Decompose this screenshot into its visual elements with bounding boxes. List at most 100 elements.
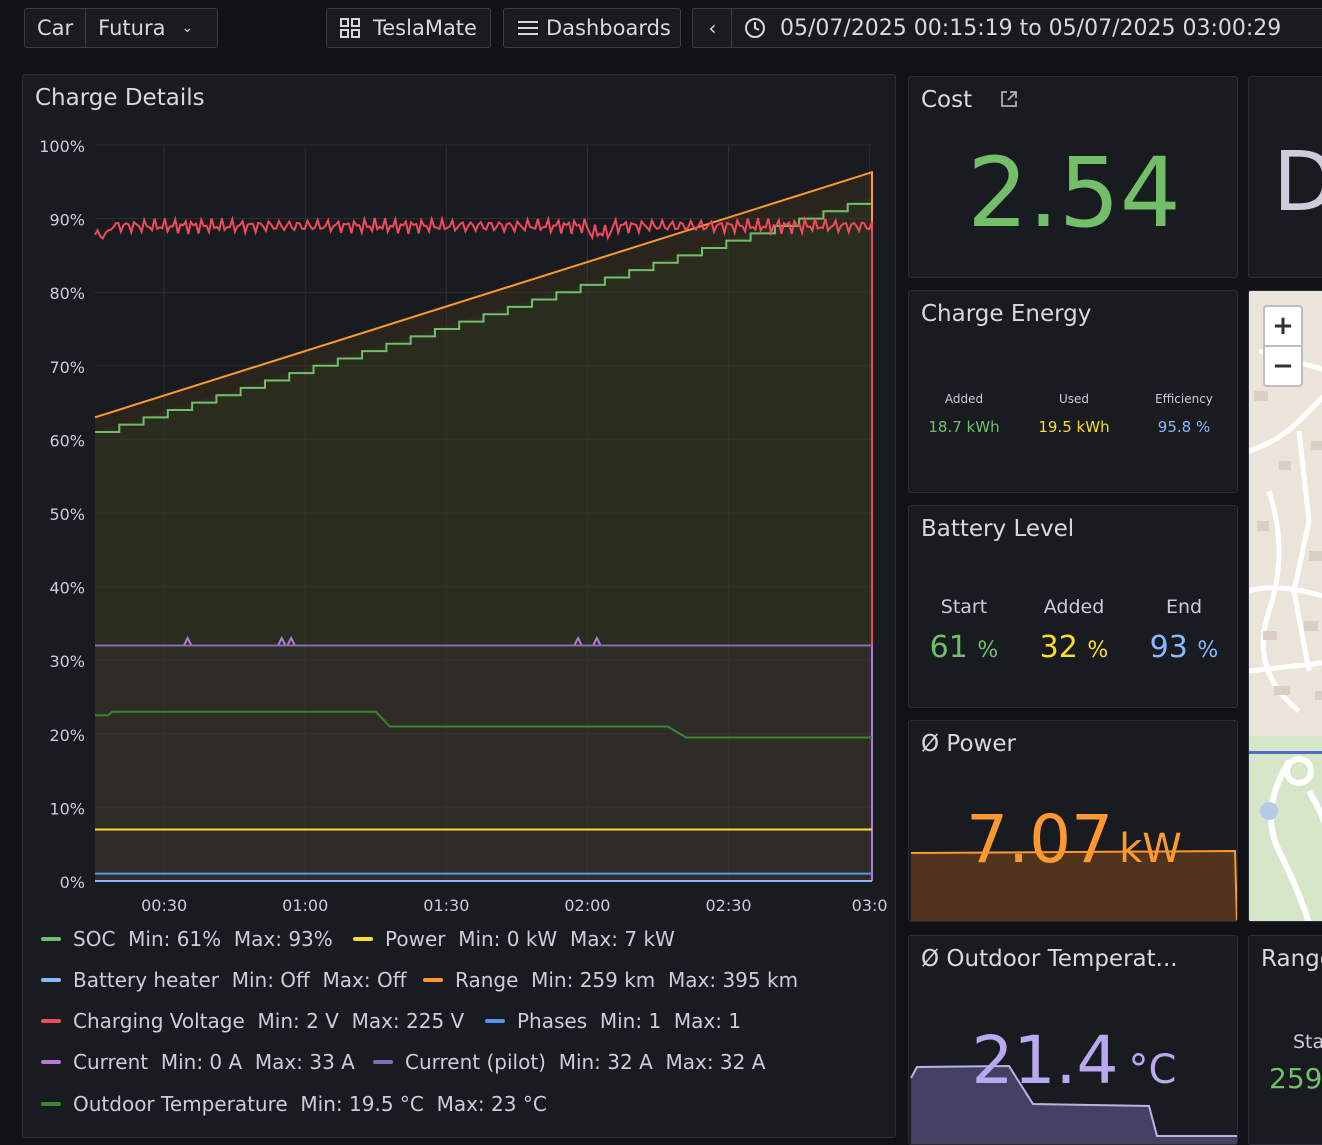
outdoor-temp-panel: Ø Outdoor Temperat... 21.4 °C <box>908 935 1238 1145</box>
legend-swatch <box>373 1060 393 1064</box>
battery-end-unit: % <box>1197 638 1219 663</box>
legend-swatch <box>41 937 61 941</box>
legend-min: Min: Off <box>231 968 310 992</box>
time-range-text: 05/07/2025 00:15:19 to 05/07/2025 03:00:… <box>780 15 1282 41</box>
y-tick-label: 0% <box>60 873 85 892</box>
legend-item-current-pilot[interactable]: Current (pilot) Min: 32 A Max: 32 A <box>373 1050 765 1074</box>
legend-label: Power <box>385 927 446 951</box>
legend-label: Current <box>73 1050 149 1074</box>
legend-item-phases[interactable]: Phases Min: 1 Max: 1 <box>485 1009 741 1033</box>
legend-max: Max: 225 V <box>351 1009 465 1033</box>
legend-item-outdoor-temperature[interactable]: Outdoor Temperature Min: 19.5 °C Max: 23… <box>41 1092 547 1116</box>
x-tick-label: 03:0 <box>852 896 888 915</box>
power-number: 7.07 <box>966 801 1114 878</box>
legend-swatch <box>41 1060 61 1064</box>
menu-icon <box>518 21 538 35</box>
grid-icon <box>340 18 360 38</box>
legend-min: Min: 19.5 °C <box>300 1092 424 1116</box>
legend-item-range[interactable]: Range Min: 259 km Max: 395 km <box>423 968 798 992</box>
y-tick-label: 80% <box>49 284 85 303</box>
legend-label: Battery heater <box>73 968 219 992</box>
x-tick-label: 02:30 <box>705 896 751 915</box>
legend-min: Min: 1 <box>599 1009 662 1033</box>
legend-min: Min: 32 A <box>558 1050 653 1074</box>
legend-swatch <box>353 937 373 941</box>
battery-end-label: End <box>1165 596 1203 618</box>
legend-item-current[interactable]: Current Min: 0 A Max: 33 A <box>41 1050 355 1074</box>
charge-energy-added-value: 18.7 kWh <box>928 418 1000 436</box>
current-area-fill <box>95 645 872 881</box>
map-zoom-in-button[interactable]: + <box>1263 305 1303 345</box>
power-unit: kW <box>1119 826 1182 872</box>
legend-label: Phases <box>517 1009 588 1033</box>
legend-max: Max: 23 °C <box>436 1092 547 1116</box>
outdoor-temp-unit: °C <box>1128 1047 1177 1093</box>
y-tick-label: 70% <box>49 358 85 377</box>
legend-label: Charging Voltage <box>73 1009 245 1033</box>
battery-end-number: 93 <box>1149 630 1188 665</box>
map-panel[interactable]: + − <box>1248 290 1322 922</box>
legend-swatch <box>485 1019 505 1023</box>
time-range-back-button[interactable]: ‹ <box>692 8 732 48</box>
legend-label: Current (pilot) <box>405 1050 546 1074</box>
legend-max: Max: Off <box>322 968 407 992</box>
clock-icon <box>745 18 765 38</box>
range-start-label: Sta <box>1293 1031 1322 1053</box>
range-title: Range <box>1261 946 1322 972</box>
legend-max: Max: 395 km <box>668 968 799 992</box>
legend-item-battery-heater[interactable]: Battery heater Min: Off Max: Off <box>41 968 407 992</box>
battery-added-unit: % <box>1087 638 1109 663</box>
legend-label: Range <box>455 968 519 992</box>
charge-energy-used-label: Used <box>1058 392 1090 406</box>
teslamate-label: TeslaMate <box>373 16 477 40</box>
battery-start-value: 61 % <box>909 630 1019 665</box>
y-tick-label: 90% <box>49 211 85 230</box>
y-tick-label: 20% <box>49 726 85 745</box>
legend-min: Min: 259 km <box>531 968 656 992</box>
legend-min: Min: 61% <box>128 927 222 951</box>
x-tick-label: 02:00 <box>564 896 610 915</box>
battery-level-title: Battery Level <box>921 516 1075 542</box>
x-tick-label: 01:00 <box>282 896 328 915</box>
car-variable-value[interactable]: Futura <box>86 16 165 40</box>
legend-max: Max: 93% <box>233 927 333 951</box>
car-variable[interactable]: Car Futura ⌄ <box>24 8 218 48</box>
battery-level-panel: Battery Level Start 61 % Added 32 % End … <box>908 505 1238 708</box>
battery-added-number: 32 <box>1039 630 1078 665</box>
legend-max: Max: 7 kW <box>569 927 675 951</box>
cost-panel: Cost 2.54 <box>908 76 1238 278</box>
x-tick-label: 00:30 <box>141 896 187 915</box>
battery-start-unit: % <box>977 638 999 663</box>
y-tick-label: 30% <box>49 652 85 671</box>
range-start-value: 259 <box>1269 1062 1322 1095</box>
car-variable-label: Car <box>25 9 87 47</box>
legend-swatch <box>41 1102 61 1106</box>
dashboards-button[interactable]: Dashboards <box>503 8 681 48</box>
y-tick-label: 50% <box>49 505 85 524</box>
legend-min: Min: 2 V <box>257 1009 339 1033</box>
teslamate-button[interactable]: TeslaMate <box>326 8 491 48</box>
legend-swatch <box>41 1019 61 1023</box>
power-value: 7.07 kW <box>909 807 1237 873</box>
y-tick-label: 40% <box>49 579 85 598</box>
legend-label: SOC <box>73 927 116 951</box>
map-zoom-out-button[interactable]: − <box>1263 345 1303 387</box>
charge-energy-title: Charge Energy <box>921 301 1092 327</box>
legend-min: Min: 0 A <box>160 1050 243 1074</box>
external-link-icon[interactable] <box>999 89 1019 109</box>
legend-item-charging-voltage[interactable]: Charging Voltage Min: 2 V Max: 225 V <box>41 1009 464 1033</box>
legend-label: Outdoor Temperature <box>73 1092 288 1116</box>
plus-icon: + <box>1272 311 1294 341</box>
legend-swatch <box>423 978 443 982</box>
cost-title-text: Cost <box>921 87 973 113</box>
charge-energy-efficiency-label: Efficiency <box>1155 392 1213 406</box>
charge-energy-panel: Charge Energy Added 18.7 kWh Used 19.5 k… <box>908 290 1238 493</box>
legend-item-soc[interactable]: SOC Min: 61% Max: 93% <box>41 927 333 951</box>
chevron-down-icon[interactable]: ⌄ <box>181 20 193 36</box>
power-panel: Ø Power 7.07 kW <box>908 720 1238 922</box>
legend-item-power[interactable]: Power Min: 0 kW Max: 7 kW <box>353 927 675 951</box>
charge-details-chart: 0% 10% 20% 30% 40% 50% 60% 70% 80% 90% 100% 00:30 01… <box>39 137 888 915</box>
cost-title: Cost <box>921 87 1019 113</box>
time-range-picker[interactable]: 05/07/2025 00:15:19 to 05/07/2025 03:00:… <box>731 8 1322 48</box>
y-tick-label: 60% <box>49 431 85 450</box>
